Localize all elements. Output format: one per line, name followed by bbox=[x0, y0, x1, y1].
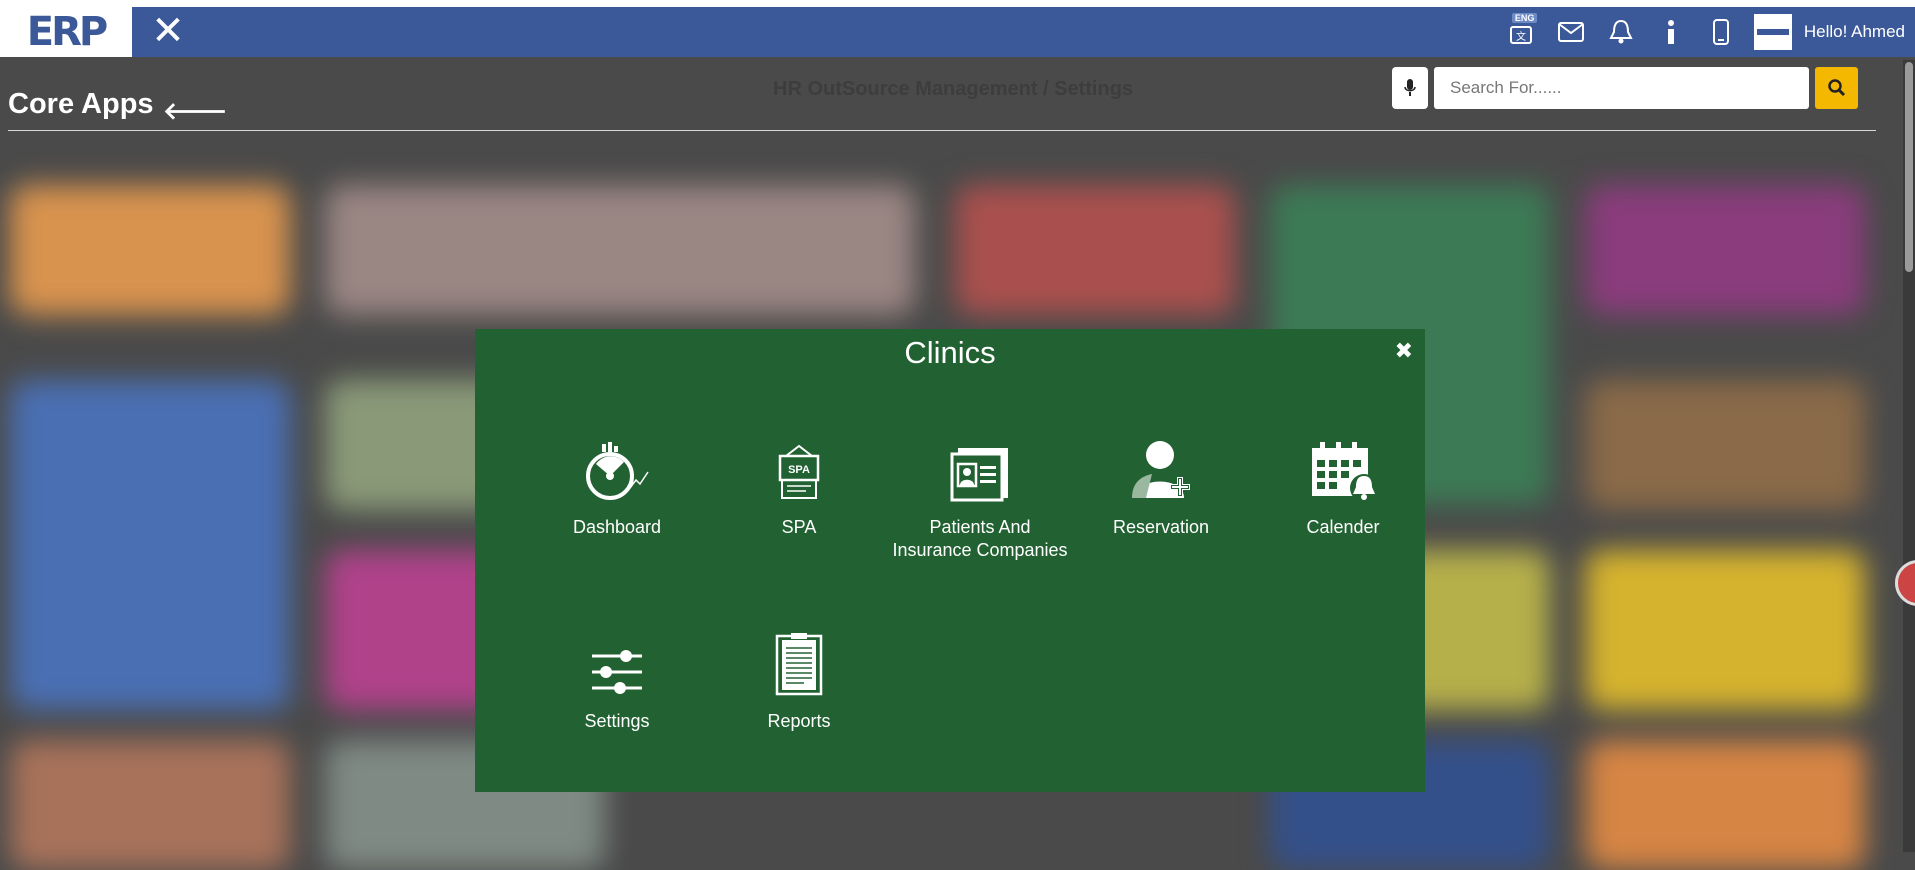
top-strip bbox=[0, 0, 1915, 7]
logo-text: ERP bbox=[26, 9, 108, 55]
greeting-text: Hello! Ahmed bbox=[1803, 22, 1905, 41]
scrollbar-thumb[interactable] bbox=[1905, 62, 1913, 272]
microphone-icon bbox=[1404, 79, 1416, 96]
modal-title: Clinics bbox=[904, 335, 996, 370]
bell-icon[interactable] bbox=[1596, 7, 1646, 57]
app-patients-insurance[interactable]: Patients And Insurance Companies bbox=[890, 432, 1070, 562]
app-reports[interactable]: Reports bbox=[709, 626, 889, 733]
app-label: Reservation bbox=[1112, 517, 1210, 537]
header-actions: ENG 文 Hello! Ahmed bbox=[1496, 7, 1905, 57]
mobile-icon[interactable] bbox=[1696, 7, 1746, 57]
svg-text:SPA: SPA bbox=[788, 464, 810, 476]
background-page-title: HR OutSource Management / Settings bbox=[773, 78, 1134, 100]
calendar-bell-icon bbox=[1312, 442, 1378, 502]
patient-card-icon bbox=[950, 448, 1008, 502]
spa-sign-icon: SPA bbox=[778, 444, 820, 499]
dashboard-gauge-icon bbox=[586, 442, 649, 500]
app-settings[interactable]: Settings bbox=[527, 626, 707, 733]
page-title: Core Apps bbox=[8, 88, 154, 120]
app-reservation[interactable]: Reservation bbox=[1071, 432, 1251, 539]
app-label: Patients And Insurance Companies bbox=[892, 517, 1068, 560]
app-label: SPA bbox=[781, 517, 817, 537]
clipboard-report-icon bbox=[775, 633, 823, 696]
svg-text:文: 文 bbox=[1516, 30, 1526, 43]
user-add-icon bbox=[1132, 441, 1190, 498]
app-calender[interactable]: Calender bbox=[1253, 432, 1433, 539]
search-input[interactable] bbox=[1434, 67, 1809, 109]
search-button[interactable] bbox=[1815, 67, 1858, 109]
close-menu-icon[interactable]: ✕ bbox=[150, 11, 186, 51]
microphone-button[interactable] bbox=[1392, 67, 1428, 109]
app-logo[interactable]: ERP bbox=[0, 7, 132, 57]
mail-icon[interactable] bbox=[1546, 7, 1596, 57]
app-dashboard[interactable]: Dashboard bbox=[527, 432, 707, 539]
clinics-modal: Clinics ✖ Dashboard SPA SPA Patients And… bbox=[475, 329, 1425, 792]
search-icon bbox=[1827, 79, 1845, 97]
modal-close-icon[interactable]: ✖ bbox=[1395, 339, 1413, 364]
back-arrow-icon[interactable]: 🡐 bbox=[163, 96, 227, 125]
app-label: Reports bbox=[767, 711, 831, 731]
language-badge: ENG bbox=[1511, 13, 1538, 23]
app-label: Calender bbox=[1306, 517, 1380, 537]
app-label: Settings bbox=[584, 711, 650, 731]
app-label: Dashboard bbox=[572, 517, 662, 537]
avatar[interactable] bbox=[1753, 14, 1792, 50]
app-spa[interactable]: SPA SPA bbox=[709, 432, 889, 539]
info-icon[interactable] bbox=[1646, 7, 1696, 57]
language-icon[interactable]: ENG 文 bbox=[1496, 7, 1546, 57]
sliders-icon bbox=[592, 650, 642, 694]
